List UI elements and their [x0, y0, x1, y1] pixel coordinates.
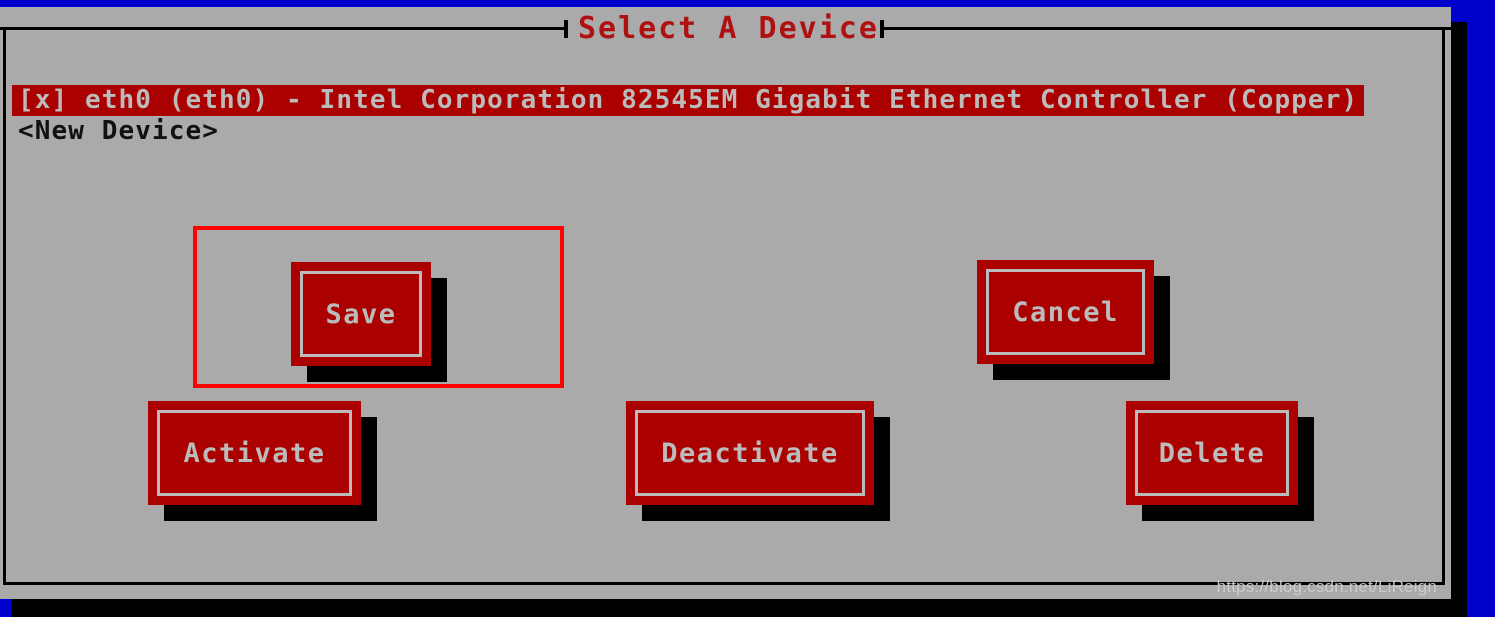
title-tick-left	[564, 20, 568, 38]
title-rule-left	[0, 27, 566, 30]
watermark: https://blog.csdn.net/LiReign	[1216, 577, 1437, 596]
device-list-item-new-device[interactable]: <New Device>	[18, 116, 1438, 147]
deactivate-button-face[interactable]: Deactivate	[626, 401, 874, 505]
delete-button-face[interactable]: Delete	[1126, 401, 1298, 505]
deactivate-button-inner-border: Deactivate	[635, 410, 865, 496]
delete-button-inner-border: Delete	[1135, 410, 1289, 496]
title-rule-right	[884, 27, 1451, 30]
device-list-item-eth0[interactable]: [x] eth0 (eth0) - Intel Corporation 8254…	[12, 85, 1438, 116]
deactivate-button-label: Deactivate	[661, 437, 839, 469]
cancel-button-inner-border: Cancel	[986, 269, 1145, 355]
page-title: Select A Device	[578, 11, 879, 46]
dialog-title-frame: Select A Device	[0, 12, 1451, 46]
activate-button-inner-border: Activate	[157, 410, 352, 496]
device-list: [x] eth0 (eth0) - Intel Corporation 8254…	[12, 85, 1438, 147]
terminal-screen: Select A Device [x] eth0 (eth0) - Intel …	[0, 0, 1495, 617]
cancel-button[interactable]: Cancel	[977, 260, 1170, 380]
delete-button-label: Delete	[1158, 437, 1266, 469]
cancel-button-label: Cancel	[1012, 296, 1119, 328]
activate-button-label: Activate	[183, 437, 326, 469]
activate-button[interactable]: Activate	[148, 401, 377, 521]
activate-button-face[interactable]: Activate	[148, 401, 361, 505]
device-list-item-label[interactable]: [x] eth0 (eth0) - Intel Corporation 8254…	[12, 85, 1365, 116]
cancel-button-face[interactable]: Cancel	[977, 260, 1154, 364]
delete-button[interactable]: Delete	[1126, 401, 1314, 521]
select-a-device-dialog: Select A Device [x] eth0 (eth0) - Intel …	[0, 7, 1451, 599]
annotation-highlight-box	[193, 226, 564, 388]
deactivate-button[interactable]: Deactivate	[626, 401, 890, 521]
